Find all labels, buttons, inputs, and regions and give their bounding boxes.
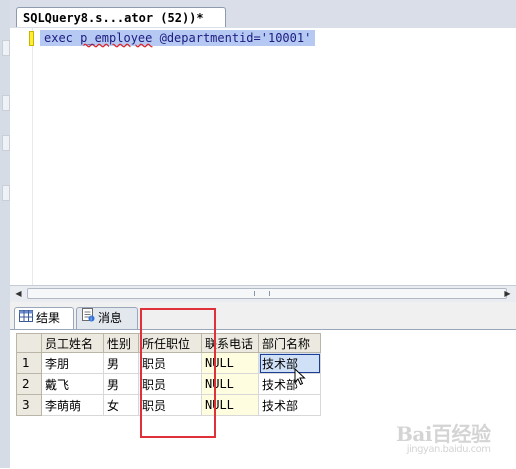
- row-number[interactable]: 1: [16, 352, 42, 374]
- cell-position[interactable]: 职员: [138, 373, 202, 395]
- cell-dept[interactable]: 技术部: [258, 394, 321, 416]
- cell-name[interactable]: 戴飞: [41, 373, 104, 395]
- document-tab-strip: SQLQuery8.s...ator (52))*: [10, 0, 516, 29]
- cell-phone[interactable]: NULL: [201, 394, 259, 416]
- results-table: 员工姓名 性别 所任职位 联系电话 部门名称 1 李朋 男 职员 NULL 技术…: [16, 333, 321, 416]
- table-row[interactable]: 3 李萌萌 女 职员 NULL 技术部: [16, 394, 321, 416]
- code-procedure-name: p_employee: [80, 31, 153, 45]
- grid-icon: [19, 308, 33, 329]
- cell-position[interactable]: 职员: [138, 352, 202, 374]
- change-indicator: [29, 31, 34, 46]
- cell-name[interactable]: 李萌萌: [41, 394, 104, 416]
- editor-margin: [10, 28, 33, 285]
- watermark-logo: Bai百经验 jingyan.baidu.com: [396, 418, 491, 455]
- cell-dept[interactable]: 技术部: [258, 373, 321, 395]
- cell-gender[interactable]: 男: [103, 352, 139, 374]
- scroll-left-icon[interactable]: ◀: [13, 288, 24, 299]
- svg-text:i: i: [90, 317, 91, 322]
- column-header[interactable]: 联系电话: [201, 333, 259, 353]
- cell-name[interactable]: 李朋: [41, 352, 104, 374]
- code-line[interactable]: exec p_employee @departmentid='10001': [40, 30, 316, 46]
- scroll-thumb[interactable]: [27, 288, 507, 299]
- message-icon: i: [81, 308, 95, 329]
- gutter-marker: [2, 95, 10, 111]
- tab-results-label: 结果: [36, 311, 61, 325]
- sql-editor[interactable]: exec p_employee @departmentid='10001': [10, 28, 516, 285]
- column-header[interactable]: 性别: [103, 333, 139, 353]
- grip-icon: [254, 291, 270, 296]
- corner-cell[interactable]: [16, 333, 42, 353]
- column-header[interactable]: 部门名称: [258, 333, 321, 353]
- cell-phone[interactable]: NULL: [201, 352, 259, 374]
- cell-gender[interactable]: 女: [103, 394, 139, 416]
- tab-messages[interactable]: i 消息: [76, 307, 138, 329]
- header-row: 员工姓名 性别 所任职位 联系电话 部门名称: [16, 333, 321, 353]
- query-tab[interactable]: SQLQuery8.s...ator (52))*: [16, 7, 226, 27]
- table-row[interactable]: 1 李朋 男 职员 NULL 技术部: [16, 352, 321, 374]
- row-number[interactable]: 3: [16, 394, 42, 416]
- cell-dept[interactable]: 技术部: [258, 352, 321, 374]
- gutter-marker: [2, 135, 10, 151]
- editor-hscrollbar[interactable]: ◀ ▶: [10, 285, 516, 303]
- watermark-text: Bai百经验: [396, 422, 491, 446]
- watermark-url: jingyan.baidu.com: [406, 444, 491, 455]
- gutter-marker: [2, 185, 10, 201]
- row-number[interactable]: 2: [16, 373, 42, 395]
- column-header[interactable]: 员工姓名: [41, 333, 104, 353]
- cell-phone[interactable]: NULL: [201, 373, 259, 395]
- tab-results[interactable]: 结果: [14, 307, 74, 329]
- tab-messages-label: 消息: [98, 311, 123, 325]
- code-parameter: @departmentid='10001': [152, 31, 312, 45]
- scroll-right-icon[interactable]: ▶: [502, 288, 513, 299]
- code-keyword: exec: [44, 31, 81, 45]
- column-header[interactable]: 所任职位: [138, 333, 202, 353]
- gutter-marker: [2, 40, 10, 56]
- table-row[interactable]: 2 戴飞 男 职员 NULL 技术部: [16, 373, 321, 395]
- cell-position[interactable]: 职员: [138, 394, 202, 416]
- cell-gender[interactable]: 男: [103, 373, 139, 395]
- mouse-cursor-icon: [294, 367, 306, 390]
